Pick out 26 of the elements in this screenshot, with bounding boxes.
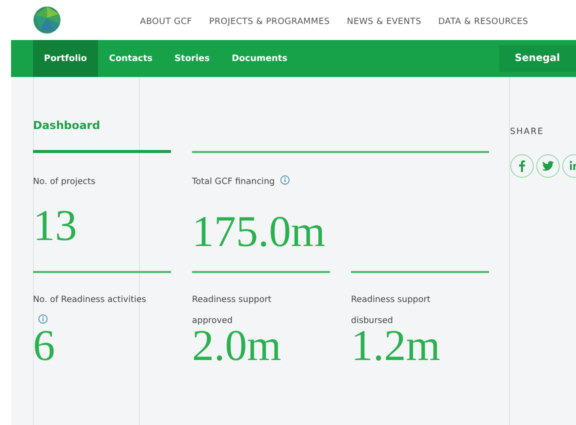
- stat-label: Readiness support approved: [192, 295, 272, 326]
- stat-label: No. of projects: [33, 177, 96, 187]
- twitter-icon[interactable]: [536, 154, 560, 178]
- tab[interactable]: Stories: [164, 40, 221, 77]
- tab[interactable]: Portfolio: [33, 40, 98, 77]
- nav-link[interactable]: DATA & RESOURCES: [438, 17, 528, 27]
- nav-link[interactable]: NEWS & EVENTS: [346, 17, 422, 27]
- stat-label: No. of Readiness activities: [33, 295, 146, 305]
- info-icon[interactable]: [280, 175, 290, 185]
- dashboard-title: Dashboard: [33, 119, 100, 132]
- info-icon[interactable]: [38, 314, 48, 324]
- tab[interactable]: Contacts: [98, 40, 164, 77]
- nav-link[interactable]: ABOUT GCF: [140, 17, 192, 27]
- stat-value: 2.0m: [192, 324, 282, 368]
- country-selector[interactable]: Senegal: [498, 45, 576, 72]
- stat-value: 6: [33, 324, 55, 368]
- share-label: SHARE: [510, 127, 544, 137]
- nav-link[interactable]: PROJECTS & PROGRAMMES: [209, 17, 330, 27]
- stat-label: Total GCF financing: [192, 177, 275, 187]
- stat-value: 175.0m: [192, 210, 326, 254]
- stat-label: Readiness support disbursed: [351, 295, 430, 326]
- stat-value: 13: [33, 204, 77, 248]
- stat-value: 1.2m: [351, 324, 440, 368]
- facebook-icon[interactable]: [510, 154, 534, 178]
- tab[interactable]: Documents: [220, 40, 298, 77]
- globe-logo[interactable]: [33, 6, 61, 34]
